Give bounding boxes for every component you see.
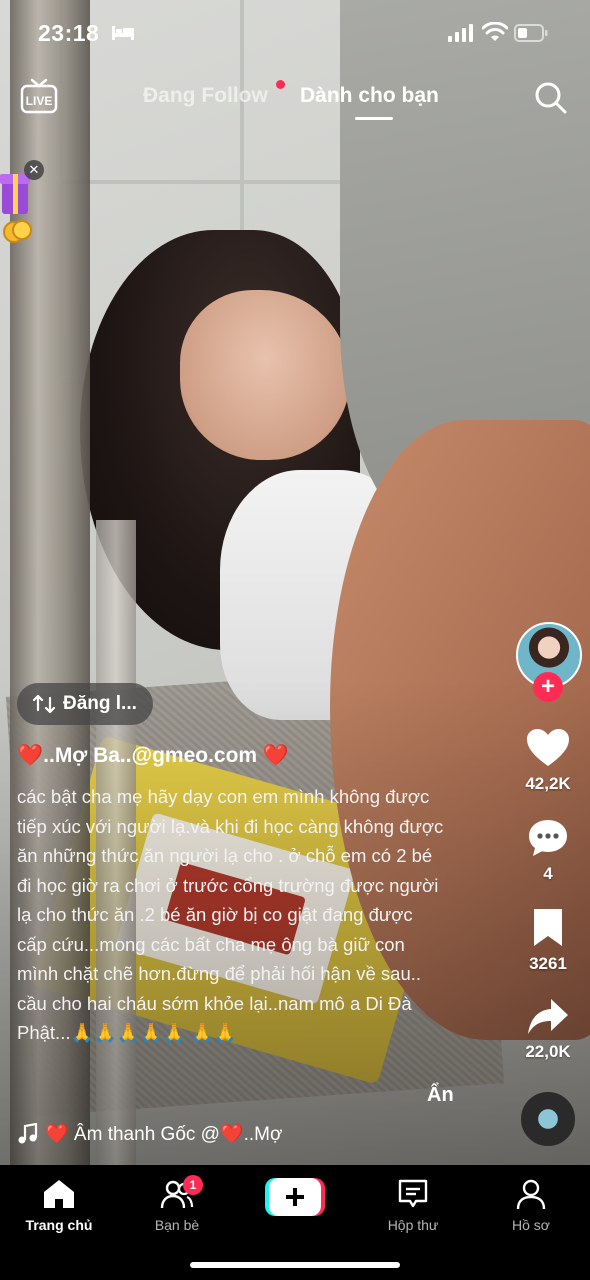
status-time: 23:18	[38, 20, 100, 46]
hide-caption-link[interactable]: Ẩn	[427, 1084, 454, 1107]
share-count: 22,0K	[525, 1042, 571, 1061]
battery-icon	[514, 24, 548, 42]
bookmark-icon	[534, 909, 562, 946]
repost-button[interactable]: Đăng l...	[17, 683, 153, 725]
music-info[interactable]: ❤️ Âm thanh Gốc @❤️..Mợ	[17, 1122, 282, 1146]
nav-home[interactable]: Trang chủ	[9, 1173, 109, 1233]
creator-username[interactable]: ❤️..Mợ Ba..@gmeo.com ❤️	[17, 744, 289, 768]
tab-for-you[interactable]: Dành cho bạn	[300, 84, 439, 108]
nav-profile-label: Hồ sơ	[512, 1217, 550, 1233]
nav-home-label: Trang chủ	[25, 1217, 93, 1233]
share-arrow-icon	[528, 999, 568, 1034]
home-icon	[44, 1180, 74, 1208]
comment-button[interactable]: 4	[514, 818, 582, 884]
follow-button[interactable]: +	[533, 672, 563, 702]
cellular-signal-icon	[448, 24, 473, 42]
live-icon[interactable]: LIVE	[20, 78, 58, 114]
share-button[interactable]: 22,0K	[514, 998, 582, 1062]
repost-icon	[33, 694, 55, 714]
bookmark-count: 3261	[529, 954, 567, 973]
tab-following[interactable]: Đang Follow	[143, 84, 268, 108]
bookmark-button[interactable]: 3261	[514, 908, 582, 974]
repost-label: Đăng l...	[63, 693, 137, 714]
profile-icon	[516, 1179, 546, 1210]
music-disc-icon[interactable]	[521, 1092, 575, 1146]
close-icon[interactable]: ✕	[24, 160, 44, 180]
music-title: ❤️ Âm thanh Gốc @❤️..Mợ	[45, 1124, 283, 1145]
friends-badge: 1	[183, 1175, 203, 1195]
nav-profile[interactable]: Hồ sơ	[481, 1173, 581, 1233]
create-button[interactable]	[265, 1178, 325, 1216]
video-caption[interactable]: các bật cha mẹ hãy dạy con em mình không…	[17, 782, 447, 1048]
heart-icon	[527, 729, 569, 766]
sleep-mode-icon	[112, 26, 134, 40]
music-note-icon	[18, 1123, 38, 1144]
inbox-icon	[398, 1179, 428, 1208]
comment-icon	[529, 820, 567, 856]
status-bar: 23:18	[0, 0, 590, 66]
active-tab-indicator	[355, 117, 393, 120]
search-icon[interactable]	[534, 81, 568, 115]
home-indicator	[190, 1262, 400, 1268]
following-notification-dot	[276, 80, 285, 89]
nav-inbox-label: Hộp thư	[387, 1217, 439, 1233]
nav-inbox[interactable]: Hộp thư	[363, 1173, 463, 1233]
nav-friends-label: Bạn bè	[154, 1217, 200, 1233]
like-count: 42,2K	[525, 774, 571, 793]
live-label: LIVE	[26, 94, 53, 108]
wifi-icon	[482, 22, 508, 41]
comment-count: 4	[543, 864, 553, 883]
like-button[interactable]: 42,2K	[514, 728, 582, 794]
nav-friends[interactable]: 1 Bạn bè	[127, 1173, 227, 1233]
